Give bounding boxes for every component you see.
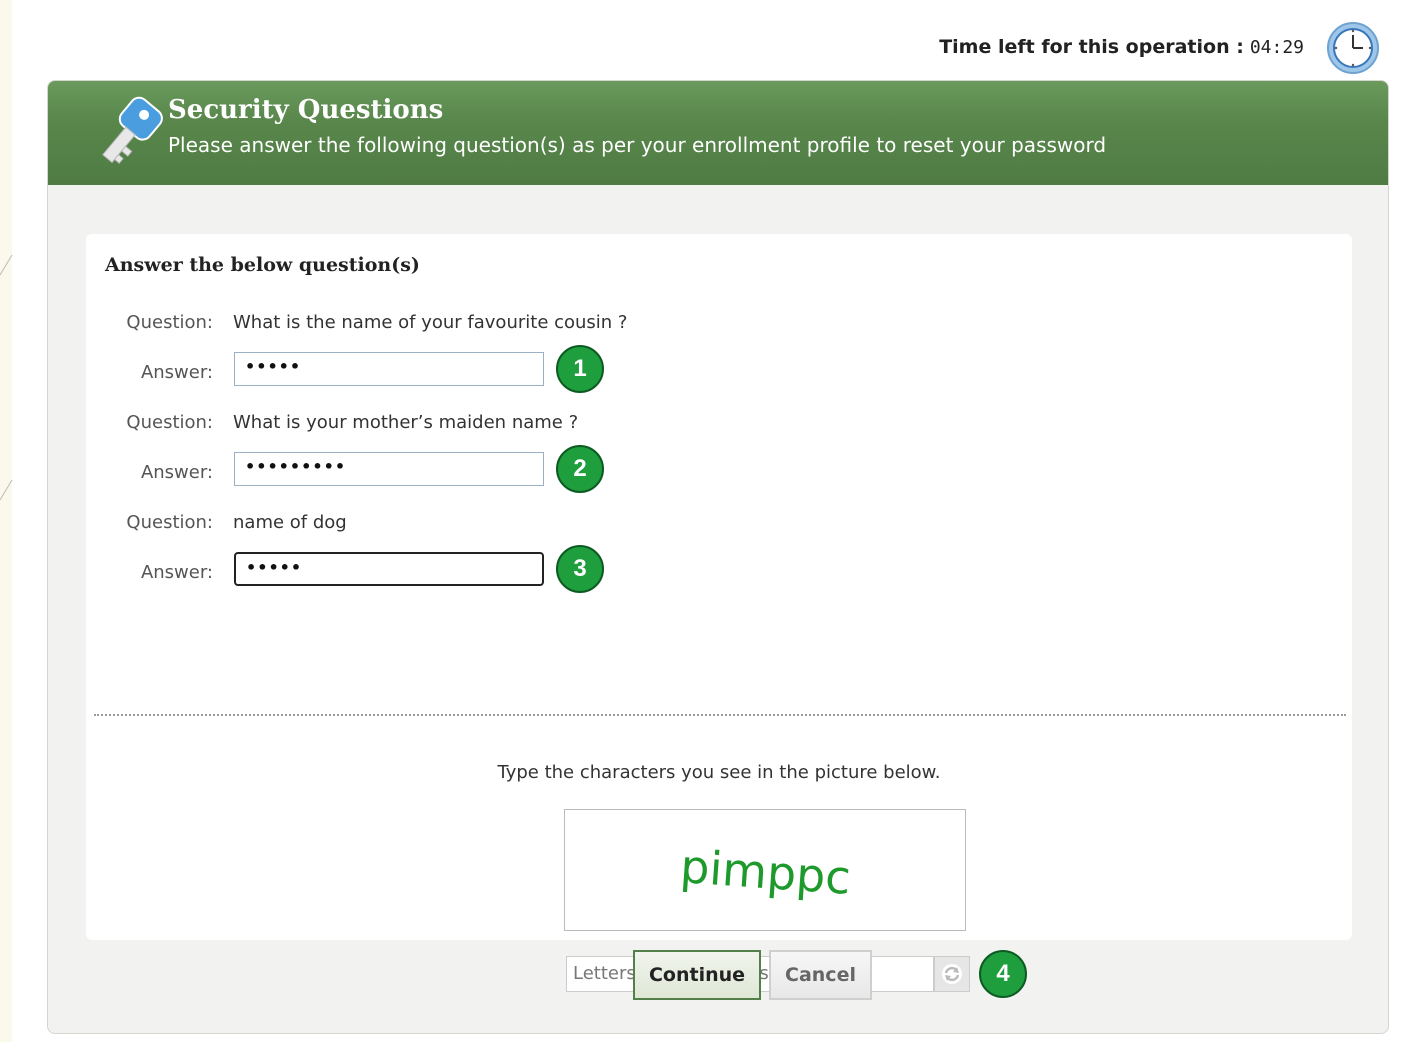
question-1-text: What is the name of your favourite cousi… bbox=[233, 312, 628, 333]
decorative-line bbox=[0, 255, 13, 501]
refresh-icon bbox=[942, 964, 962, 984]
timer-value: 04:29 bbox=[1249, 37, 1304, 58]
continue-button[interactable]: Continue bbox=[633, 950, 761, 1000]
section-divider bbox=[94, 714, 1346, 716]
question-label: Question: bbox=[126, 512, 213, 533]
clock-icon bbox=[1327, 22, 1379, 74]
captcha-text: pimppc bbox=[679, 839, 853, 905]
page-title: Security Questions bbox=[168, 95, 444, 125]
question-label: Question: bbox=[126, 312, 213, 333]
questions-panel: Answer the below question(s) Question: W… bbox=[86, 234, 1352, 998]
step-badge-4: 4 bbox=[979, 950, 1027, 998]
answer-2-input[interactable]: ••••••••• bbox=[234, 452, 544, 486]
question-2-text: What is your mother’s maiden name ? bbox=[233, 412, 579, 433]
answer-label: Answer: bbox=[140, 462, 213, 483]
security-questions-card: Security Questions Please answer the fol… bbox=[47, 80, 1389, 1034]
answer-1-input[interactable]: ••••• bbox=[234, 352, 544, 386]
step-badge-2: 2 bbox=[556, 445, 604, 493]
timer: Time left for this operation :04:29 bbox=[939, 36, 1304, 58]
page-subtitle: Please answer the following question(s) … bbox=[168, 133, 1107, 157]
question-3-text: name of dog bbox=[233, 512, 347, 533]
timer-label: Time left for this operation : bbox=[939, 36, 1244, 58]
page: Time left for this operation :04:29 Secu… bbox=[0, 0, 1409, 1042]
answer-label: Answer: bbox=[140, 362, 213, 383]
answer-label: Answer: bbox=[140, 562, 213, 583]
refresh-captcha-button[interactable] bbox=[934, 956, 970, 992]
step-badge-1: 1 bbox=[556, 345, 604, 393]
question-label: Question: bbox=[126, 412, 213, 433]
questions-heading: Answer the below question(s) bbox=[105, 254, 420, 276]
captcha-image: pimppc bbox=[564, 809, 966, 931]
captcha-instruction: Type the characters you see in the pictu… bbox=[497, 762, 941, 783]
cancel-button[interactable]: Cancel bbox=[769, 950, 872, 1000]
key-icon bbox=[102, 96, 163, 164]
card-header: Security Questions Please answer the fol… bbox=[48, 81, 1388, 185]
step-badge-3: 3 bbox=[556, 545, 604, 593]
answer-3-input[interactable]: ••••• bbox=[234, 552, 544, 586]
